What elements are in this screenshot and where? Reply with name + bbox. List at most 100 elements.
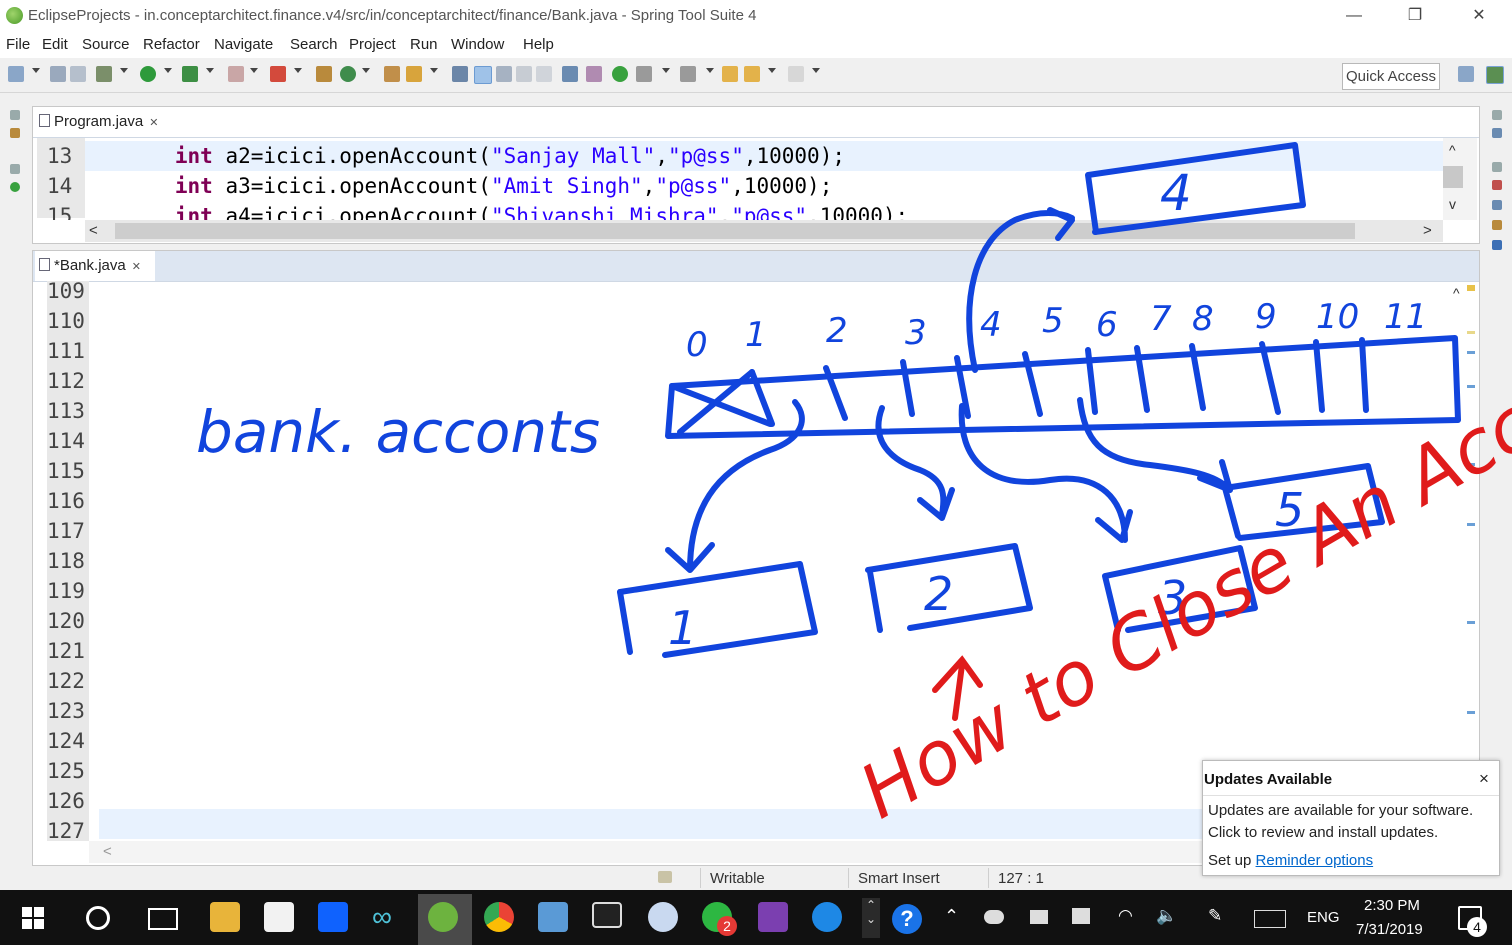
popup-message[interactable]: Click to review and install updates. — [1208, 824, 1438, 841]
console-icon[interactable] — [562, 66, 578, 82]
touch-keyboard-icon[interactable] — [1254, 910, 1286, 928]
chevron-down-icon[interactable] — [294, 68, 302, 73]
boot-dashboard-icon[interactable] — [612, 66, 628, 82]
menu-file[interactable]: File — [6, 36, 30, 53]
forward-icon[interactable] — [788, 66, 804, 82]
wifi-icon[interactable]: ◠ — [1118, 906, 1133, 926]
dropbox-tray-icon[interactable] — [1072, 908, 1090, 924]
restore-button[interactable]: ❐ — [1392, 4, 1438, 28]
code-area[interactable] — [99, 281, 1443, 841]
paint-icon[interactable] — [648, 902, 678, 932]
restore-view-icon[interactable] — [1492, 110, 1502, 120]
input-language[interactable]: ENG — [1307, 909, 1340, 926]
console-icon[interactable] — [1492, 240, 1502, 250]
menu-edit[interactable]: Edit — [42, 36, 68, 53]
restore-view-icon[interactable] — [10, 110, 20, 120]
help-icon[interactable]: ? — [892, 904, 922, 934]
back-icon[interactable] — [744, 66, 760, 82]
block-selection-icon[interactable] — [496, 66, 512, 82]
scroll-thumb[interactable] — [115, 223, 1355, 239]
menu-run[interactable]: Run — [410, 36, 438, 53]
save-all-icon[interactable] — [70, 66, 86, 82]
debug-icon[interactable] — [96, 66, 112, 82]
restore-view-icon[interactable] — [1492, 162, 1502, 172]
last-edit-location-icon[interactable] — [722, 66, 738, 82]
horizontal-scrollbar[interactable]: < > — [85, 220, 1443, 242]
restore-view-icon[interactable] — [10, 164, 20, 174]
scroll-left-arrow[interactable]: < — [103, 843, 112, 860]
chevron-down-icon[interactable] — [120, 68, 128, 73]
toggle-breadcrumb-icon[interactable] — [452, 66, 468, 82]
vertical-scrollbar[interactable]: ^ v — [1443, 138, 1477, 220]
new-java-class-icon[interactable] — [340, 66, 356, 82]
onenote-icon[interactable] — [758, 902, 788, 932]
menu-project[interactable]: Project — [349, 36, 396, 53]
windows-start-icon[interactable] — [22, 907, 44, 929]
chevron-down-icon[interactable] — [32, 68, 40, 73]
task-view-icon[interactable] — [148, 908, 178, 930]
pen-icon[interactable]: ✎ — [1208, 906, 1222, 926]
clock-time[interactable]: 2:30 PM — [1364, 897, 1420, 914]
chevron-down-icon[interactable] — [768, 68, 776, 73]
store-icon[interactable] — [264, 902, 294, 932]
next-annotation-icon[interactable] — [636, 66, 652, 82]
cortana-search-icon[interactable] — [86, 906, 110, 930]
chevron-down-icon[interactable] — [430, 68, 438, 73]
tab-program-java[interactable]: Program.java ✕ — [39, 107, 179, 137]
chevron-down-icon[interactable] — [206, 68, 214, 73]
command-prompt-icon[interactable] — [592, 902, 622, 928]
search-tool-icon[interactable] — [406, 66, 422, 82]
taskbar-scroll[interactable]: ⌃ ⌄ — [862, 898, 880, 938]
javadoc-icon[interactable] — [1492, 200, 1502, 210]
run-icon[interactable] — [140, 66, 156, 82]
edge-icon[interactable] — [812, 902, 842, 932]
boot-dashboard-icon[interactable] — [10, 182, 20, 192]
skip-breakpoints-icon[interactable] — [586, 66, 602, 82]
close-popup-icon[interactable]: × — [1479, 769, 1489, 789]
menu-navigate[interactable]: Navigate — [214, 36, 273, 53]
coverage-icon[interactable] — [182, 66, 198, 82]
open-perspective-icon[interactable] — [1458, 66, 1474, 82]
new-icon[interactable] — [8, 66, 24, 82]
chevron-down-icon[interactable] — [706, 68, 714, 73]
volume-icon[interactable]: 🔈 — [1156, 906, 1177, 926]
mark-occurrences-icon[interactable] — [474, 66, 492, 84]
save-icon[interactable] — [50, 66, 66, 82]
clock-date[interactable]: 7/31/2019 — [1356, 921, 1423, 938]
outline-icon[interactable] — [1492, 128, 1502, 138]
chevron-down-icon[interactable] — [812, 68, 820, 73]
dropbox-icon[interactable] — [318, 902, 348, 932]
scroll-up-arrow[interactable]: ^ — [1449, 142, 1456, 158]
open-type-icon[interactable] — [384, 66, 400, 82]
menu-refactor[interactable]: Refactor — [143, 36, 200, 53]
menu-help[interactable]: Help — [523, 36, 554, 53]
new-java-package-icon[interactable] — [316, 66, 332, 82]
scroll-left-arrow[interactable]: < — [89, 222, 98, 239]
chevron-down-icon[interactable] — [362, 68, 370, 73]
chevron-down-icon[interactable] — [662, 68, 670, 73]
scroll-up-arrow[interactable]: ^ — [1453, 285, 1460, 301]
menu-search[interactable]: Search — [290, 36, 338, 53]
scroll-down-arrow[interactable]: v — [1449, 196, 1456, 212]
code-area[interactable]: 13 14 15 int a2=icici.openAccount("Sanja… — [33, 138, 1443, 220]
popup-message[interactable]: Updates are available for your software. — [1208, 802, 1473, 819]
chevron-down-icon[interactable] — [250, 68, 258, 73]
java-perspective-icon[interactable] — [1486, 66, 1504, 84]
show-whitespace-icon[interactable] — [536, 66, 552, 82]
spring-tool-suite-icon[interactable] — [428, 902, 458, 932]
quick-access-field[interactable]: Quick Access — [1342, 63, 1440, 90]
menu-window[interactable]: Window — [451, 36, 504, 53]
show-hidden-icons-icon[interactable]: ⌃ — [944, 906, 959, 927]
package-explorer-icon[interactable] — [10, 128, 20, 138]
scroll-thumb[interactable] — [1443, 166, 1463, 188]
minimize-button[interactable]: — — [1331, 4, 1377, 28]
task-progress-icon[interactable] — [658, 871, 672, 883]
close-tab-icon[interactable]: ✕ — [132, 261, 141, 273]
close-window-button[interactable]: ✕ — [1456, 4, 1502, 28]
scroll-right-arrow[interactable]: > — [1423, 222, 1432, 239]
onedrive-icon[interactable] — [984, 910, 1004, 924]
previous-annotation-icon[interactable] — [680, 66, 696, 82]
chrome-icon[interactable] — [484, 902, 514, 932]
word-wrap-icon[interactable] — [516, 66, 532, 82]
battery-icon[interactable] — [1030, 910, 1048, 924]
